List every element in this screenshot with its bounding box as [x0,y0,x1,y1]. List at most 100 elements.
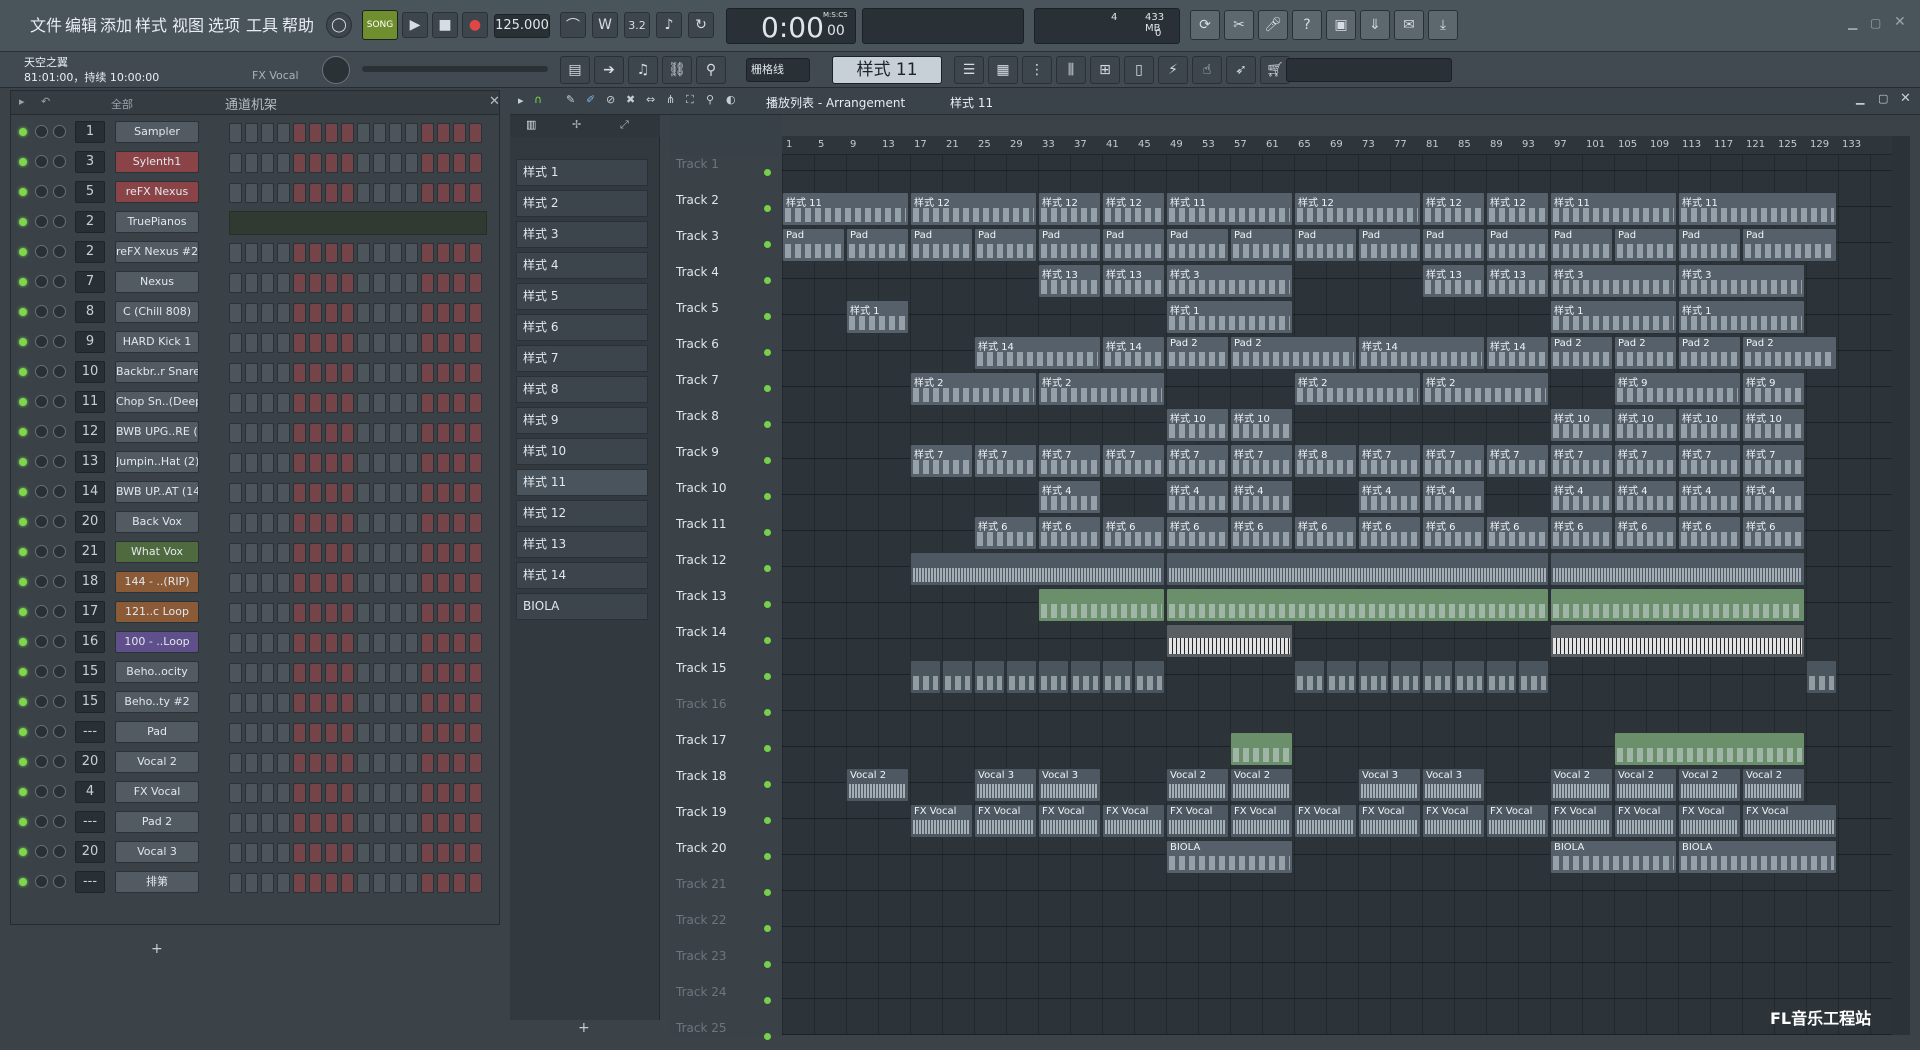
step-button[interactable] [469,633,482,653]
step-button[interactable] [277,183,290,203]
track-active-led-icon[interactable] [764,673,771,680]
playlist-clip[interactable] [1070,660,1101,694]
playlist-clip[interactable]: 样式 7 [1486,444,1549,478]
step-button[interactable] [261,603,274,623]
step-button[interactable] [277,273,290,293]
playlist-clip[interactable] [1518,660,1549,694]
step-button[interactable] [373,603,386,623]
step-button[interactable] [229,303,242,323]
step-button[interactable] [325,453,338,473]
pan-knob[interactable] [35,335,48,348]
step-button[interactable] [421,513,434,533]
step-button[interactable] [325,513,338,533]
mixer-track-number[interactable]: --- [75,811,105,833]
step-button[interactable] [405,573,418,593]
picker-automation-icon[interactable]: ⤢ [620,118,629,132]
playlist-clip[interactable]: Pad 2 [1678,336,1741,370]
step-button[interactable] [293,693,306,713]
playlist-grid[interactable]: 样式 11 样式 12 样式 12 样式 12 样式 11 样式 12 样式 12 样式 12… [782,155,1892,1035]
playlist-clip[interactable]: Pad [1038,228,1101,262]
volume-knob[interactable] [53,485,66,498]
mixer-track-number[interactable]: 21 [75,541,105,563]
track-name[interactable]: Track 14 [676,625,726,639]
playlist-clip[interactable]: FX Vocal [1358,804,1421,838]
channel-led-icon[interactable] [19,548,27,556]
playlist-current-pattern[interactable]: 样式 11 [950,94,993,111]
playlist-clip[interactable]: 样式 6 [1294,516,1357,550]
playlist-clip[interactable]: 样式 6 [1038,516,1101,550]
step-button[interactable] [309,633,322,653]
channel-row[interactable]: --- Pad 2 [11,807,501,837]
track-name[interactable]: Track 20 [676,841,726,855]
track-active-led-icon[interactable] [764,457,771,464]
step-button[interactable] [405,873,418,893]
step-button[interactable] [293,753,306,773]
step-button[interactable] [453,513,466,533]
time-display[interactable]: 0:00 00 M:S:CS [726,8,856,44]
step-button[interactable] [229,633,242,653]
step-button[interactable] [453,483,466,503]
playback-tool-icon[interactable]: ◐ [726,93,736,106]
play-icon[interactable]: ▶ [402,12,428,38]
snap-select[interactable]: 栅格线 [746,58,810,82]
step-button[interactable] [277,663,290,683]
menu-item[interactable]: 样式 [135,12,167,36]
step-button[interactable] [389,513,402,533]
step-button[interactable] [357,393,370,413]
step-button[interactable] [229,153,242,173]
volume-knob[interactable] [53,515,66,528]
step-button[interactable] [469,873,482,893]
step-button[interactable] [389,453,402,473]
channel-led-icon[interactable] [19,278,27,286]
step-button[interactable] [373,333,386,353]
step-button[interactable] [437,183,450,203]
step-button[interactable] [373,363,386,383]
step-button[interactable] [277,783,290,803]
channel-name-button[interactable]: Back Vox [115,511,199,533]
blend-notes-icon[interactable]: ♪ [656,12,682,38]
step-button[interactable] [421,333,434,353]
step-button[interactable] [453,753,466,773]
download-icon[interactable]: ⤓ [1428,10,1458,40]
step-button[interactable] [357,543,370,563]
channel-name-button[interactable]: Nexus [115,271,199,293]
playlist-clip[interactable]: Vocal 3 [1422,768,1485,802]
step-button[interactable] [341,453,354,473]
step-button[interactable] [293,603,306,623]
playlist-clip[interactable]: 样式 7 [910,444,973,478]
track-name[interactable]: Track 10 [676,481,726,495]
playlist-clip[interactable]: Pad 2 [1166,336,1229,370]
track-name[interactable]: Track 5 [676,301,719,315]
step-button[interactable] [421,453,434,473]
step-button[interactable] [229,183,242,203]
filter-select[interactable]: 全部 [111,96,133,112]
step-button[interactable] [357,153,370,173]
microphone-icon[interactable]: 🎤︎ [1258,10,1288,40]
mixer-track-number[interactable]: 15 [75,661,105,683]
slip-tool-icon[interactable]: ⇔ [646,93,655,106]
track-active-led-icon[interactable] [764,925,771,932]
step-button[interactable] [389,753,402,773]
playlist-icon[interactable]: ▤ [560,56,590,84]
step-button[interactable] [245,693,258,713]
volume-knob[interactable] [53,785,66,798]
mixer-track-number[interactable]: --- [75,721,105,743]
playlist-clip[interactable] [1166,552,1549,586]
track-active-led-icon[interactable] [764,601,771,608]
playlist-clip[interactable]: 样式 6 [1550,516,1613,550]
channel-name-button[interactable]: 100 - ..Loop [115,631,199,653]
step-button[interactable] [373,573,386,593]
channel-rack-icon[interactable]: ▦ [988,56,1018,84]
step-button[interactable] [309,513,322,533]
step-button[interactable] [405,453,418,473]
volume-knob[interactable] [53,305,66,318]
step-button[interactable] [373,303,386,323]
channel-name-button[interactable]: Chop Sn..(Deep) [115,391,199,413]
mixer-track-number[interactable]: 15 [75,691,105,713]
track-active-led-icon[interactable] [764,997,771,1004]
channel-name-button[interactable]: 排第 [115,871,199,893]
pattern-item[interactable]: 样式 9 [516,407,648,434]
playlist-clip[interactable]: 样式 6 [1358,516,1421,550]
step-button[interactable] [421,723,434,743]
save-icon[interactable]: ▣ [1326,10,1356,40]
